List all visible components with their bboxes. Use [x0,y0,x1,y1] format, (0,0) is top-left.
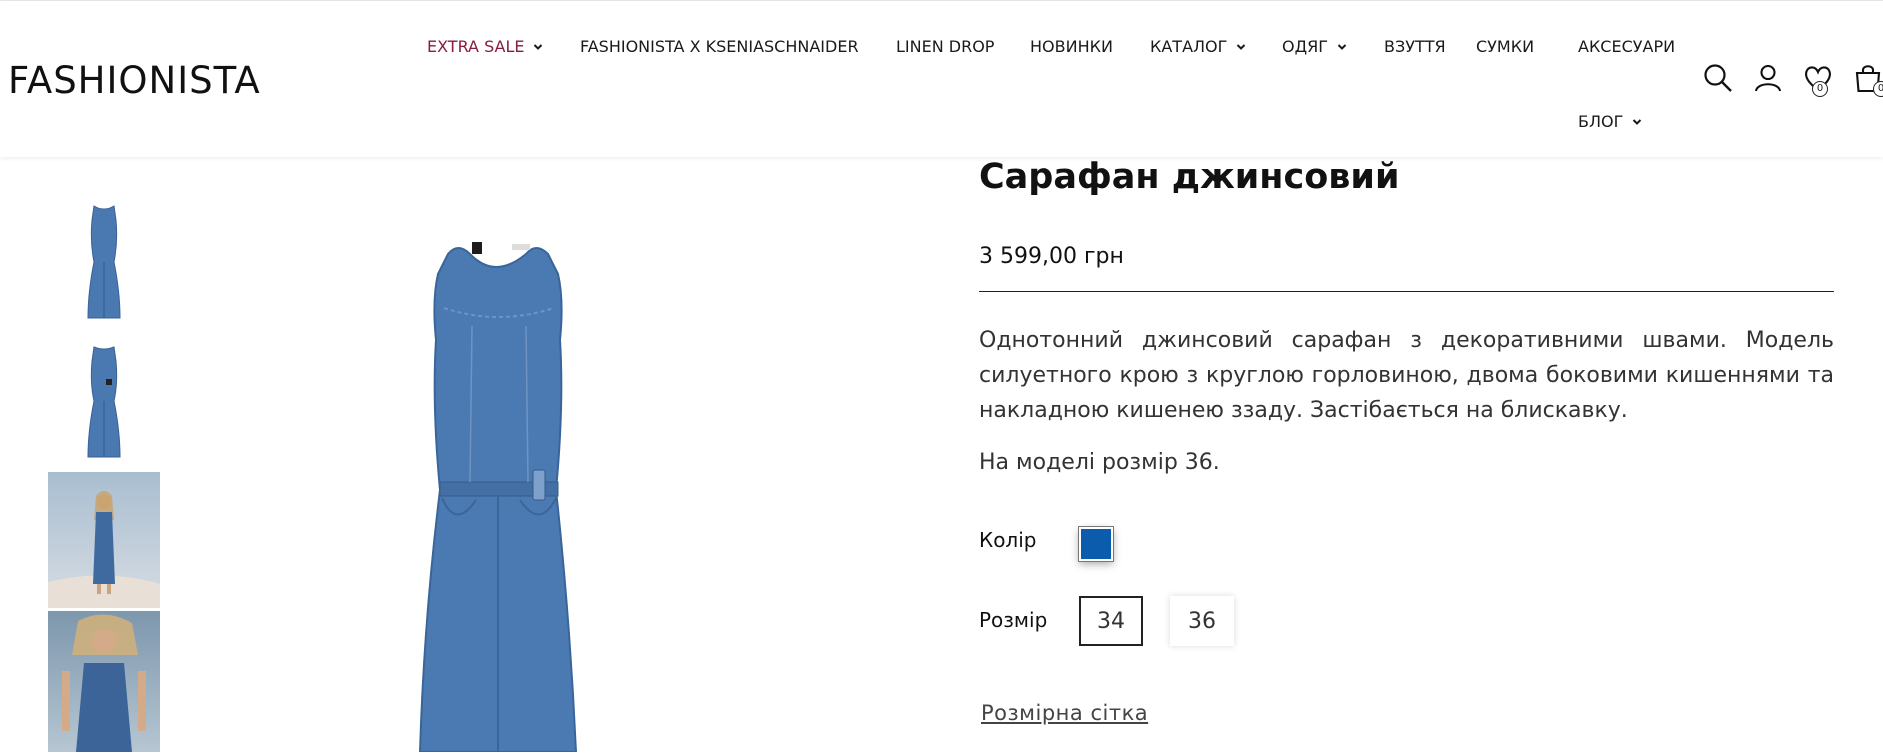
nav-label: АКСЕСУАРИ [1578,37,1676,56]
size-option-36[interactable]: 36 [1170,596,1234,646]
cart-button[interactable]: 0 [1853,63,1883,97]
thumbnail-model-full[interactable] [48,472,160,608]
nav-item-extra-sale[interactable]: EXTRA SALE [427,37,543,56]
nav-item-clothing[interactable]: ОДЯГ [1282,37,1347,56]
size-option-34[interactable]: 34 [1079,596,1143,646]
nav-label: НОВИНКИ [1030,37,1113,56]
nav-label: СУМКИ [1476,37,1535,56]
nav-item-blog[interactable]: БЛОГ [1578,112,1642,131]
search-icon [1703,64,1733,97]
brand-logo[interactable]: FASHIONISTA [8,59,261,102]
color-label: Колір [979,528,1037,552]
nav-item-bags[interactable]: СУМКИ [1476,37,1534,56]
wishlist-button[interactable]: 0 [1803,63,1833,97]
nav-label: БЛОГ [1578,112,1624,131]
color-swatch-blue[interactable] [1078,526,1114,562]
nav-label: ВЗУТТЯ [1384,37,1446,56]
nav-label: LINEN DROP [896,37,995,56]
nav-item-shoes[interactable]: ВЗУТТЯ [1384,37,1446,56]
thumbnail-dress-front[interactable] [48,202,160,322]
main-product-image[interactable] [380,230,700,753]
user-icon [1753,64,1783,97]
thumbnail-model-closeup[interactable] [48,611,160,752]
nav-item-catalog[interactable]: КАТАЛОГ [1150,37,1246,56]
product-title: Сарафан джинсовий [979,157,1400,197]
product-price: 3 599,00 грн [979,244,1124,269]
wishlist-count-badge: 0 [1812,81,1828,97]
chevron-down-icon [1236,42,1246,52]
nav-item-linen-drop[interactable]: LINEN DROP [896,37,994,56]
model-size-note: На моделі розмір 36. [979,450,1220,475]
nav-label: КАТАЛОГ [1150,37,1228,56]
chevron-down-icon [533,42,543,52]
chevron-down-icon [1337,42,1347,52]
chevron-down-icon [1632,117,1642,127]
nav-label: FASHIONISTA X KSENIASCHNAIDER [580,37,859,56]
account-button[interactable] [1753,63,1783,97]
nav-label: EXTRA SALE [427,37,525,56]
search-button[interactable] [1703,63,1733,97]
site-header: FASHIONISTA EXTRA SALE FASHIONISTA X KSE… [0,1,1883,157]
nav-label: ОДЯГ [1282,37,1328,56]
cart-count-badge: 0 [1873,81,1883,97]
nav-item-collab[interactable]: FASHIONISTA X KSENIASCHNAIDER [580,37,859,56]
nav-item-new[interactable]: НОВИНКИ [1030,37,1113,56]
thumbnail-dress-back[interactable] [48,343,160,461]
size-label: Розмір [979,608,1048,632]
nav-item-accessories[interactable]: АКСЕСУАРИ [1578,37,1675,56]
product-description: Однотонний джинсовий сарафан з декоратив… [979,328,1834,423]
size-chart-link[interactable]: Розмірна сітка [981,701,1148,725]
price-divider [979,291,1834,292]
